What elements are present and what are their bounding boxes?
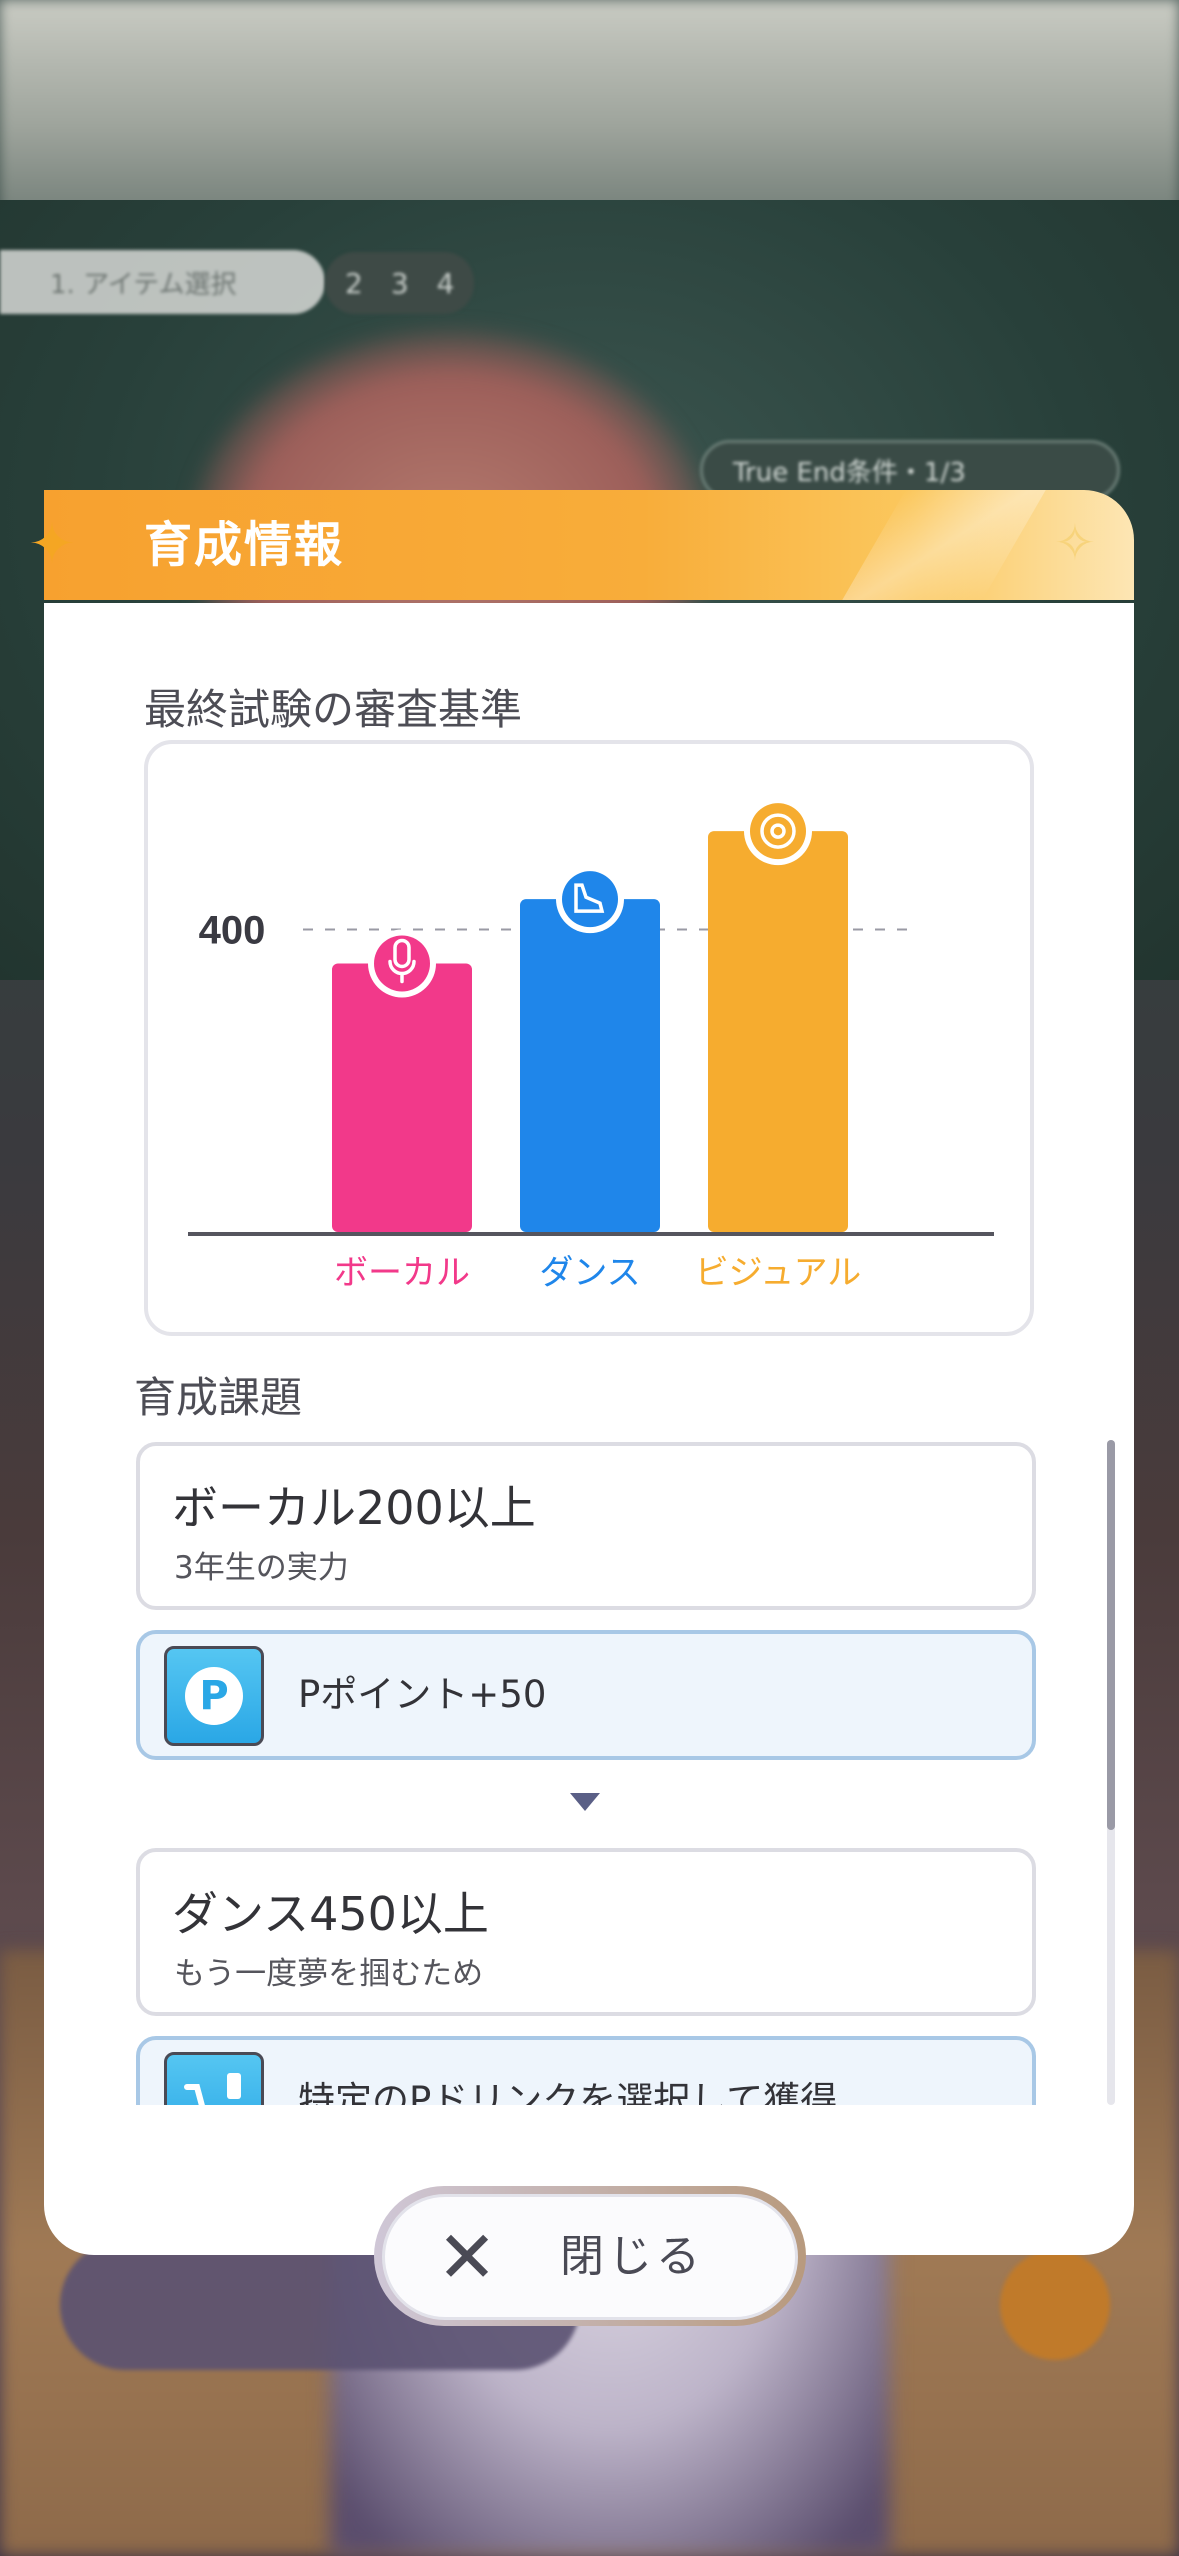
close-button[interactable]: ✕ 閉じる	[382, 2194, 798, 2320]
step-tab-label: 1. アイテム選択	[50, 269, 237, 300]
task-card[interactable]: ダンス450以上 もう一度夢を掴むため	[136, 1848, 1036, 2016]
category-label: ボーカル	[334, 1253, 470, 1293]
step-number: 4	[436, 266, 455, 300]
panel-title: 育成情報	[144, 517, 345, 573]
chart-svg: 400 ボーカル ダンス ビジュアル	[188, 797, 994, 1293]
category-label: ダンス	[539, 1253, 640, 1293]
step-number: 2	[345, 266, 363, 300]
panel-header: 育成情報	[44, 490, 1134, 600]
shoe-icon	[556, 865, 624, 934]
menu-button	[1000, 2250, 1110, 2360]
bar-3	[708, 831, 848, 1232]
background-ceiling	[0, 0, 1179, 230]
exam-criteria-chart: 400 ボーカル ダンス ビジュアル	[144, 740, 1034, 1336]
microphone-icon	[368, 929, 436, 998]
task-title: ダンス450以上	[172, 1887, 489, 1941]
eye-sparkle-icon	[744, 797, 812, 866]
close-button-label: 閉じる	[560, 2231, 704, 2282]
category-label: ビジュアル	[695, 1253, 862, 1293]
close-icon: ✕	[436, 2215, 498, 2299]
exam-section-label: 最終試験の審査基準	[144, 685, 523, 734]
drink-cart-icon	[164, 2052, 264, 2105]
sparkle-icon: ✧	[1054, 514, 1096, 572]
bar-2	[520, 899, 660, 1232]
true-end-label: True End条件・1/3	[733, 457, 966, 488]
reference-value-label: 400	[199, 908, 266, 952]
sparkle-icon: ✦	[28, 512, 76, 577]
step-number: 3	[390, 266, 409, 300]
scrollbar-thumb[interactable]	[1107, 1440, 1115, 1830]
bar-1	[332, 963, 472, 1232]
task-subtitle: もう一度夢を掴むため	[174, 1956, 484, 1992]
tasks-section-label: 育成課題	[134, 1373, 303, 1422]
reward-card[interactable]: 特定のPドリンクを選択して獲得	[136, 2036, 1036, 2105]
step-tab-item-select: 1. アイテム選択	[0, 250, 325, 314]
header-stripe-decoration	[842, 490, 1046, 600]
cart-icon	[184, 2073, 241, 2105]
step-numbers: 2 3 4	[325, 252, 475, 314]
tasks-scroll-area[interactable]: ダンス450以上 もう一度夢を掴むため 特定のPドリンクを選択して獲得	[0, 1440, 1179, 2105]
reward-text: 特定のPドリンクを選択して獲得	[298, 2079, 838, 2105]
